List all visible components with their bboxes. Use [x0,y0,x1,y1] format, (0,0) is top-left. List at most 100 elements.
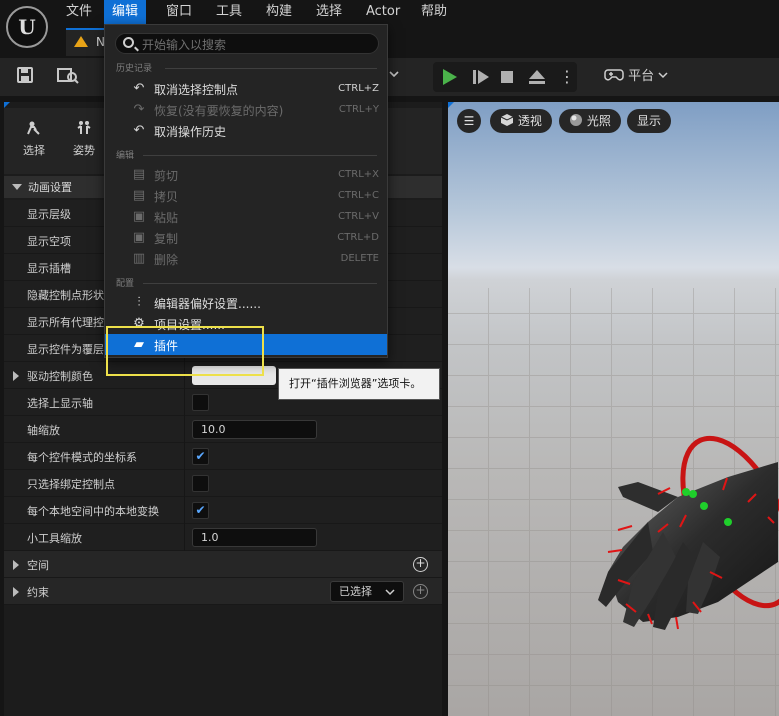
plugins-tooltip: 打开“插件浏览器”选项卡。 [278,368,440,400]
category-constraints[interactable]: 约束 已选择 + [4,578,442,605]
setting-label: 显示所有代理控 [27,316,104,329]
column-divider [184,416,185,443]
menu-help[interactable]: 帮助 [413,0,455,24]
duplicate-icon: ▣ [132,230,146,245]
redo-icon: ↷ [133,102,145,117]
setting-row-coord-system-per-widget: 每个控件模式的坐标系 ✔ [4,443,442,470]
save-icon[interactable] [13,66,37,88]
cut-icon: ▤ [132,167,146,182]
checkbox[interactable] [192,394,209,411]
menu-item-label: 取消选择控制点 [154,83,239,97]
select-tool-button[interactable]: 选择 [14,120,54,158]
checkbox[interactable]: ✔ [192,502,209,519]
select-tool-label: 选择 [23,144,45,157]
lighting-button[interactable]: 光照 [559,109,621,133]
menu-item-redo[interactable]: ↷ 恢复(没有要恢复的内容) CTRL+Y [105,99,387,120]
play-icon[interactable] [443,69,457,85]
menu-build[interactable]: 构建 [258,0,300,24]
pose-tool-button[interactable]: 姿势 [64,120,104,158]
caret-right-icon[interactable] [13,371,19,381]
menu-item-cut[interactable]: ▤ 剪切 CTRL+X [105,164,387,185]
menu-divider [143,283,377,284]
menu-search-input[interactable]: 开始输入以搜索 [115,33,379,54]
cube-icon [500,114,514,126]
copy-icon: ▤ [132,188,146,203]
menu-item-label: 剪切 [154,169,179,183]
menu-item-label: 恢复(没有要恢复的内容) [154,104,284,118]
add-icon[interactable]: + [413,584,428,599]
category-spaces[interactable]: 空间 + [4,551,442,578]
sliders-icon: ⫶ [137,295,141,310]
axis-scale-input[interactable]: 10.0 [192,420,317,439]
content-browser-icon[interactable] [56,66,80,88]
chevron-down-icon [658,72,668,79]
gizmo-scale-input[interactable]: 1.0 [192,528,317,547]
chevron-down-icon [385,589,395,596]
shortcut-label: CTRL+Y [338,104,379,115]
shortcut-label: CTRL+Z [338,83,379,94]
pose-tool-icon [64,120,104,140]
check-icon: ✔ [195,503,206,517]
menu-item-delete[interactable]: ▥ 删除 DELETE [105,248,387,269]
menu-item-duplicate[interactable]: ▣ 复制 CTRL+D [105,227,387,248]
platform-button[interactable]: 平台 [604,66,668,88]
menu-actor[interactable]: Actor [358,0,408,24]
paste-icon: ▣ [132,209,146,224]
highlight-annotation-box [106,326,264,376]
step-icon[interactable] [473,69,491,85]
column-divider [184,497,185,524]
shortcut-label: CTRL+V [338,211,379,222]
unreal-logo[interactable]: U [6,6,48,48]
shortcut-label: CTRL+C [338,190,379,201]
category-label: 空间 [27,559,49,572]
logo-letter: U [18,15,36,39]
setting-label: 显示空项 [27,235,71,248]
menu-window[interactable]: 窗口 [158,0,200,24]
level-icon [74,36,88,47]
shortcut-label: CTRL+X [338,169,379,180]
history-icon: ↶ [133,123,145,138]
setting-row-local-transforms: 每个本地空间中的本地变换 ✔ [4,497,442,524]
add-icon[interactable]: + [413,557,428,572]
menu-section-edit: 编辑 [116,151,135,161]
chevron-down-icon[interactable] [388,68,400,83]
caret-right-icon [13,560,19,570]
menu-select[interactable]: 选择 [308,0,350,24]
caret-down-icon [12,184,22,190]
more-options-icon[interactable]: ⋮ [559,67,575,86]
checkbox[interactable]: ✔ [192,448,209,465]
search-placeholder: 开始输入以搜索 [142,38,227,52]
stop-icon[interactable] [501,71,513,83]
menu-tools[interactable]: 工具 [208,0,250,24]
setting-label: 选择上显示轴 [27,397,93,410]
viewport-corner-marker [448,102,454,108]
show-button[interactable]: 显示 [627,109,672,133]
setting-row-only-select-rig-controls: 只选择绑定控制点 [4,470,442,497]
check-icon: ✔ [195,449,206,463]
menu-edit[interactable]: 编辑 [104,0,147,24]
search-icon [123,37,134,48]
category-label: 约束 [27,586,49,599]
play-controls: ⋮ [433,62,577,92]
level-tab[interactable]: N [66,28,106,56]
menu-file[interactable]: 文件 [58,0,100,24]
column-divider [184,389,185,416]
menu-item-paste[interactable]: ▣ 粘贴 CTRL+V [105,206,387,227]
checkbox[interactable] [192,475,209,492]
setting-row-gizmo-scale: 小工具缩放 1.0 [4,524,442,551]
viewport[interactable]: ☰ 透视 光照 显示 [448,102,779,716]
menu-item-undo[interactable]: ↶ 取消选择控制点 CTRL+Z [105,78,387,99]
menu-divider [143,155,377,156]
viewport-menu-icon[interactable]: ☰ [457,109,481,133]
setting-label: 显示插槽 [27,262,71,275]
constraint-filter-select[interactable]: 已选择 [330,581,404,602]
platform-label: 平台 [628,69,655,84]
perspective-button[interactable]: 透视 [490,109,552,133]
menu-item-copy[interactable]: ▤ 拷贝 CTRL+C [105,185,387,206]
shortcut-label: CTRL+D [337,232,379,243]
eject-icon[interactable] [528,69,546,85]
lighting-label: 光照 [586,114,611,128]
show-label: 显示 [637,114,662,128]
menu-item-undo-history[interactable]: ↶ 取消操作历史 [105,120,387,141]
menu-item-editor-preferences[interactable]: ⫶ 编辑器偏好设置...... [105,292,387,313]
